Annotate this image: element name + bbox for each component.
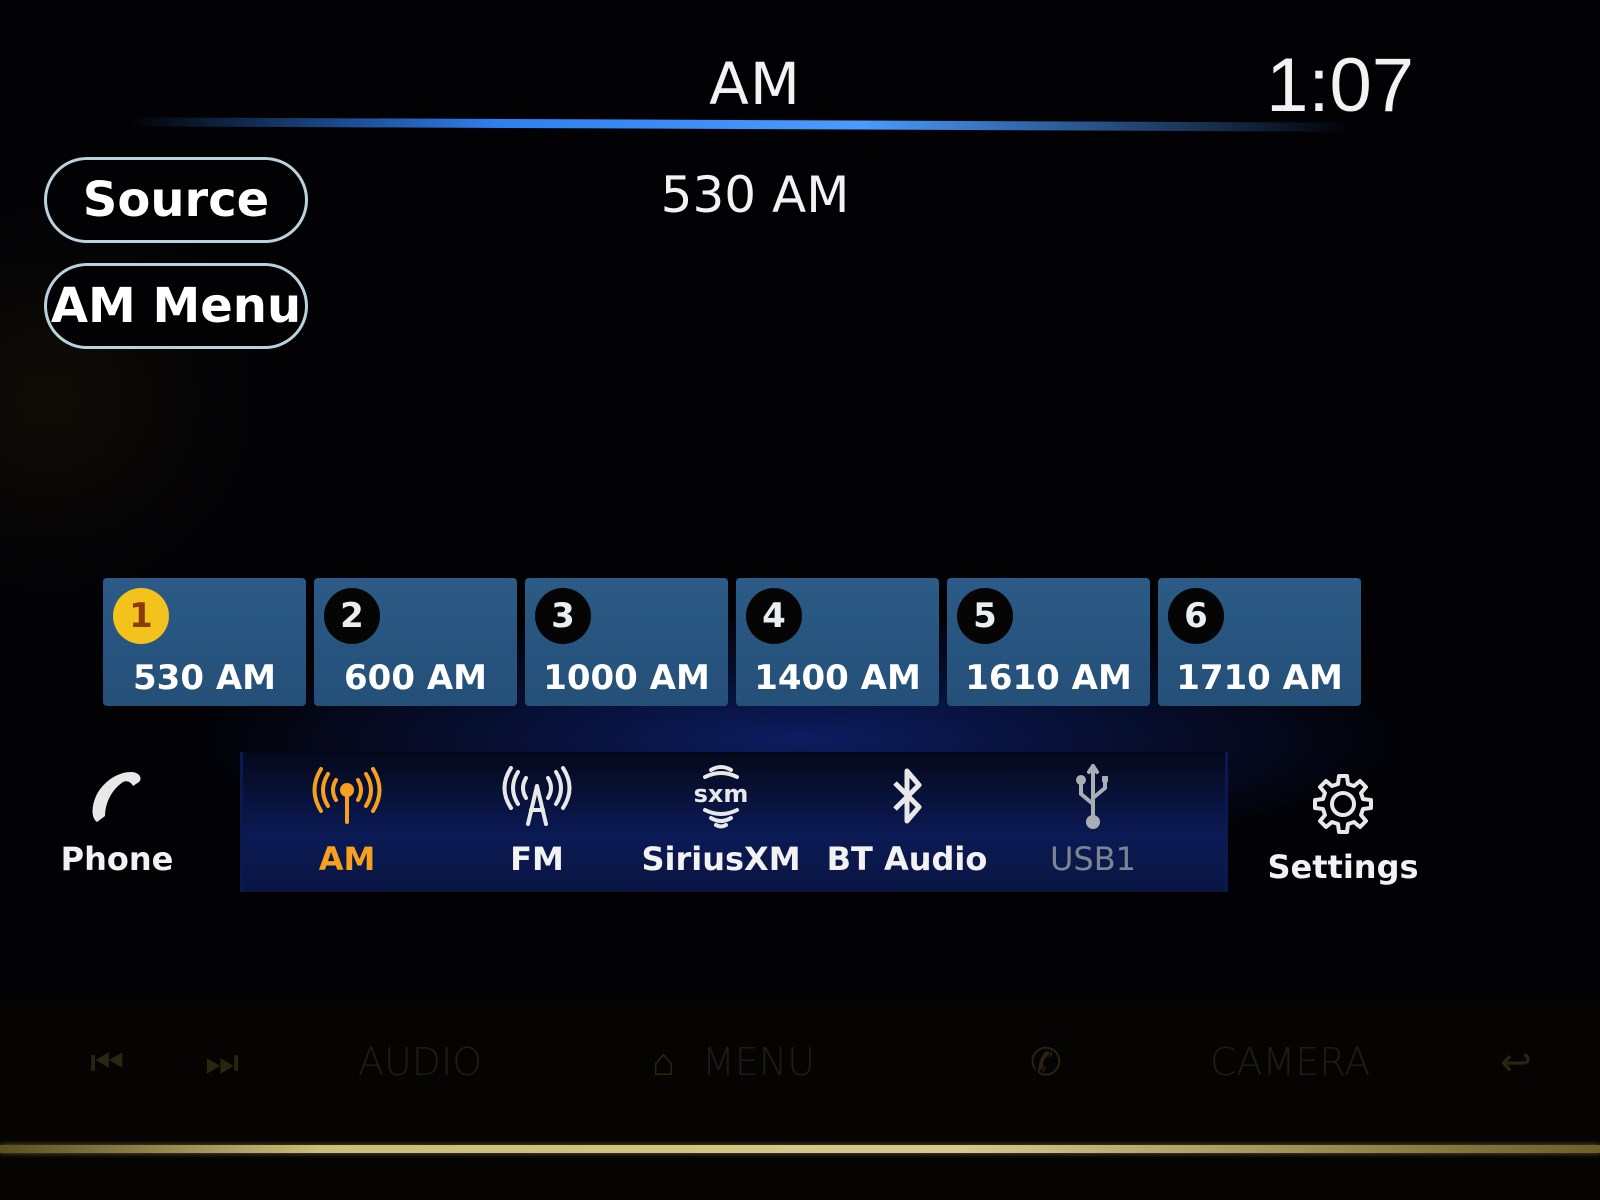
nav-label: Phone xyxy=(60,840,174,878)
nav-label: BT Audio xyxy=(826,840,988,878)
next-track-icon[interactable]: ⏭ xyxy=(205,1040,239,1085)
bluetooth-icon xyxy=(822,762,992,832)
bezel-trim xyxy=(0,1145,1600,1153)
camera-hardware-button[interactable]: CAMERA xyxy=(1210,1040,1370,1084)
nav-bt-audio[interactable]: BT Audio xyxy=(822,762,992,878)
preset-number-badge: 6 xyxy=(1168,588,1224,644)
nav-label: SiriusXM xyxy=(641,840,801,878)
nav-label: AM xyxy=(318,840,376,878)
preset-frequency: 1610 AM xyxy=(965,658,1132,698)
phone-icon xyxy=(32,762,202,832)
preset-number-badge: 2 xyxy=(324,588,380,644)
preset-number-badge: 3 xyxy=(535,588,591,644)
preset-number-badge: 1 xyxy=(113,588,169,644)
preset-3[interactable]: 3 1000 AM xyxy=(525,578,728,706)
sxm-icon: sxm xyxy=(636,762,806,832)
gear-icon xyxy=(1258,770,1428,840)
menu-hardware-button[interactable]: MENU xyxy=(702,1040,815,1084)
preset-frequency: 1000 AM xyxy=(543,658,710,698)
nav-siriusxm[interactable]: sxm SiriusXM xyxy=(636,762,806,878)
antenna-icon xyxy=(262,762,432,832)
preset-1[interactable]: 1 530 AM xyxy=(103,578,306,706)
home-icon: ⌂ xyxy=(652,1040,675,1084)
phone-icon[interactable]: ✆ xyxy=(1030,1040,1062,1084)
preset-6[interactable]: 6 1710 AM xyxy=(1158,578,1361,706)
nav-fm[interactable]: FM xyxy=(452,762,622,878)
preset-frequency: 530 AM xyxy=(133,658,276,698)
preset-5[interactable]: 5 1610 AM xyxy=(947,578,1150,706)
am-menu-button[interactable]: AM Menu xyxy=(44,263,308,349)
preset-4[interactable]: 4 1400 AM xyxy=(736,578,939,706)
nav-usb1[interactable]: USB1 xyxy=(1008,762,1178,878)
nav-am[interactable]: AM xyxy=(262,762,432,878)
prev-track-icon[interactable]: ⏮ xyxy=(90,1040,124,1085)
preset-2[interactable]: 2 600 AM xyxy=(314,578,517,706)
nav-phone[interactable]: Phone xyxy=(32,762,202,878)
clock: 1:07 xyxy=(1266,43,1414,128)
nav-settings[interactable]: Settings xyxy=(1258,770,1428,886)
preset-frequency: 1710 AM xyxy=(1176,658,1343,698)
preset-number-badge: 4 xyxy=(746,588,802,644)
nav-label: Settings xyxy=(1267,848,1419,886)
header-divider xyxy=(129,117,1351,132)
audio-hardware-button[interactable]: AUDIO xyxy=(358,1040,482,1084)
source-button[interactable]: Source xyxy=(44,157,308,243)
svg-text:sxm: sxm xyxy=(694,780,749,808)
usb-icon xyxy=(1008,762,1178,832)
preset-frequency: 1400 AM xyxy=(754,658,921,698)
nav-label: USB1 xyxy=(1049,840,1137,878)
radio-tower-icon xyxy=(452,762,622,832)
nav-label: FM xyxy=(510,840,564,878)
preset-number-badge: 5 xyxy=(957,588,1013,644)
infotainment-screen: AM 1:07 530 AM Source AM Menu 1 530 AM 2… xyxy=(0,0,1600,1000)
preset-frequency: 600 AM xyxy=(344,658,487,698)
back-icon[interactable]: ↩ xyxy=(1500,1040,1532,1084)
preset-list: 1 530 AM 2 600 AM 3 1000 AM 4 1400 AM 5 … xyxy=(103,578,1361,706)
hardware-bezel: ⏮ ⏭ AUDIO ⌂ MENU ✆ CAMERA ↩ xyxy=(0,1000,1600,1200)
source-navbar: Phone AM FM sxm SiriusXM BT Audio USB1 S… xyxy=(0,752,1600,892)
